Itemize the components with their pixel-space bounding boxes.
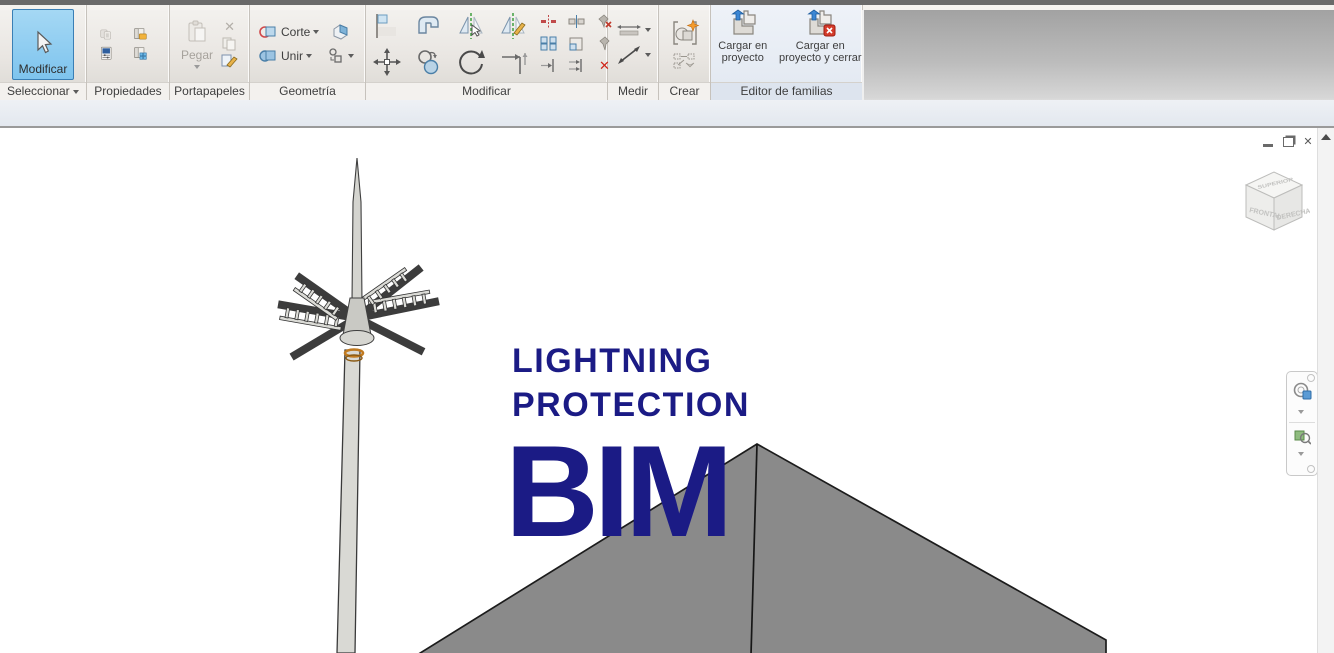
trim-extend-multiple-icon[interactable] bbox=[568, 58, 585, 73]
panel-label-geometria: Geometría bbox=[250, 82, 365, 100]
paste-icon bbox=[185, 19, 209, 45]
chevron-down-icon bbox=[194, 65, 200, 69]
properties-palette-icon[interactable] bbox=[98, 46, 115, 61]
measure-linear-button[interactable] bbox=[616, 22, 651, 38]
family-types-icon[interactable] bbox=[132, 46, 149, 61]
panel-label-portapapeles: Portapapeles bbox=[170, 82, 249, 100]
load-into-project-close-label: Cargar en proyecto y cerrar bbox=[779, 40, 862, 64]
panel-medir: Medir bbox=[608, 5, 659, 100]
array-icon[interactable] bbox=[540, 36, 557, 51]
navbar-gear-icon[interactable] bbox=[1307, 465, 1315, 473]
trim-extend-single-icon[interactable] bbox=[540, 58, 557, 73]
navbar-divider bbox=[1289, 422, 1315, 423]
navbar-gear-icon[interactable] bbox=[1307, 374, 1315, 382]
chevron-down-icon bbox=[73, 90, 79, 94]
panel-seleccionar: Modificar Seleccionar bbox=[0, 5, 87, 100]
panel-label-medir: Medir bbox=[608, 82, 658, 100]
measure-linear-icon bbox=[616, 22, 642, 38]
viewcube[interactable]: SUPERIOR FRONTAL DERECHA bbox=[1236, 162, 1310, 238]
chevron-down-icon[interactable] bbox=[1298, 410, 1304, 414]
revit-family-editor-window: Modificar Seleccionar bbox=[0, 0, 1334, 653]
paint-icon[interactable] bbox=[330, 23, 350, 41]
mirror-pick-axis-icon[interactable] bbox=[456, 11, 486, 41]
panel-label-editor-familias: Editor de familias bbox=[711, 82, 862, 100]
scrollbar[interactable] bbox=[1317, 128, 1334, 653]
panel-label-seleccionar[interactable]: Seleccionar bbox=[0, 82, 86, 100]
create-similar-icon[interactable] bbox=[672, 52, 698, 70]
split-gap-icon[interactable] bbox=[540, 14, 557, 29]
panel-editor-familias: Cargar en proyecto Cargar en proyecto y … bbox=[711, 5, 863, 100]
panel-geometria: Corte Unir bbox=[250, 5, 366, 100]
family-category-icon[interactable] bbox=[132, 27, 149, 42]
load-into-project-close-icon bbox=[804, 9, 836, 37]
align-icon[interactable] bbox=[372, 11, 402, 41]
trim-corner-icon[interactable] bbox=[498, 47, 528, 77]
steering-wheel-icon[interactable] bbox=[1293, 382, 1312, 400]
panel-propiedades: Propiedades bbox=[87, 5, 170, 100]
measure-diagonal-icon bbox=[616, 44, 642, 66]
paste-button[interactable]: Pegar bbox=[181, 19, 213, 69]
overlay-title: LIGHTNING PROTECTION BIM bbox=[512, 339, 750, 541]
offset-icon[interactable] bbox=[414, 11, 444, 41]
modify-button[interactable]: Modificar bbox=[12, 9, 74, 80]
panel-label-propiedades: Propiedades bbox=[87, 82, 169, 100]
measure-between-refs-button[interactable] bbox=[616, 44, 651, 66]
rotate-icon[interactable] bbox=[456, 47, 486, 77]
load-into-project-close-button[interactable]: Cargar en proyecto y cerrar bbox=[779, 5, 862, 64]
lightning-rod-3d-model[interactable] bbox=[270, 150, 450, 653]
chevron-down-icon[interactable] bbox=[645, 53, 651, 57]
modify-button-label: Modificar bbox=[19, 62, 68, 76]
panel-crear: Crear bbox=[659, 5, 711, 100]
options-bar bbox=[0, 100, 1334, 128]
type-properties-icon[interactable] bbox=[98, 27, 115, 42]
navigation-bar[interactable] bbox=[1286, 371, 1318, 476]
panel-modificar: ✕ Modificar bbox=[366, 5, 608, 100]
chevron-down-icon[interactable] bbox=[306, 54, 312, 58]
close-icon[interactable]: ✕ bbox=[1302, 136, 1314, 147]
view-window-controls: ✕ bbox=[1262, 136, 1314, 147]
chevron-down-icon[interactable] bbox=[1298, 452, 1304, 456]
scale-icon[interactable] bbox=[568, 36, 585, 51]
cut-geometry-button[interactable]: Corte bbox=[281, 25, 310, 39]
scroll-up-arrow-icon[interactable] bbox=[1321, 134, 1331, 140]
cut-icon[interactable]: ✕ bbox=[221, 19, 238, 34]
load-into-project-icon bbox=[728, 9, 758, 37]
match-type-icon[interactable] bbox=[221, 53, 238, 68]
copy-icon[interactable] bbox=[221, 36, 238, 51]
load-into-project-label: Cargar en proyecto bbox=[711, 40, 775, 64]
panel-label-modificar: Modificar bbox=[366, 82, 607, 100]
chevron-down-icon[interactable] bbox=[313, 30, 319, 34]
join-geometry-icon bbox=[258, 48, 278, 64]
join-geometry-button[interactable]: Unir bbox=[281, 49, 303, 63]
move-icon[interactable] bbox=[372, 47, 402, 77]
create-group-icon[interactable] bbox=[670, 18, 700, 48]
drawing-area[interactable]: LIGHTNING PROTECTION BIM ✕ SUPERIOR FRON… bbox=[0, 128, 1334, 653]
title-line-3: BIM bbox=[505, 441, 750, 541]
chevron-down-icon[interactable] bbox=[645, 28, 651, 32]
panel-portapapeles: Pegar ✕ Portapapeles bbox=[170, 5, 250, 100]
zoom-icon[interactable] bbox=[1294, 428, 1311, 445]
minimize-icon[interactable] bbox=[1263, 141, 1273, 147]
panel-label-crear: Crear bbox=[659, 82, 710, 100]
ribbon: Modificar Seleccionar bbox=[0, 5, 1334, 100]
paste-label: Pegar bbox=[181, 48, 213, 62]
split-element-icon[interactable] bbox=[568, 14, 585, 29]
copy-icon-large[interactable] bbox=[414, 47, 444, 77]
chevron-down-icon[interactable] bbox=[348, 54, 354, 58]
mirror-draw-axis-icon[interactable] bbox=[498, 11, 528, 41]
cursor-arrow-icon bbox=[32, 30, 54, 56]
cut-geometry-icon bbox=[258, 24, 278, 40]
restore-icon[interactable] bbox=[1283, 137, 1294, 147]
title-line-1: LIGHTNING bbox=[512, 339, 750, 383]
connectors-icon[interactable] bbox=[327, 48, 345, 64]
ribbon-empty-area bbox=[862, 10, 1334, 105]
load-into-project-button[interactable]: Cargar en proyecto bbox=[711, 5, 775, 64]
